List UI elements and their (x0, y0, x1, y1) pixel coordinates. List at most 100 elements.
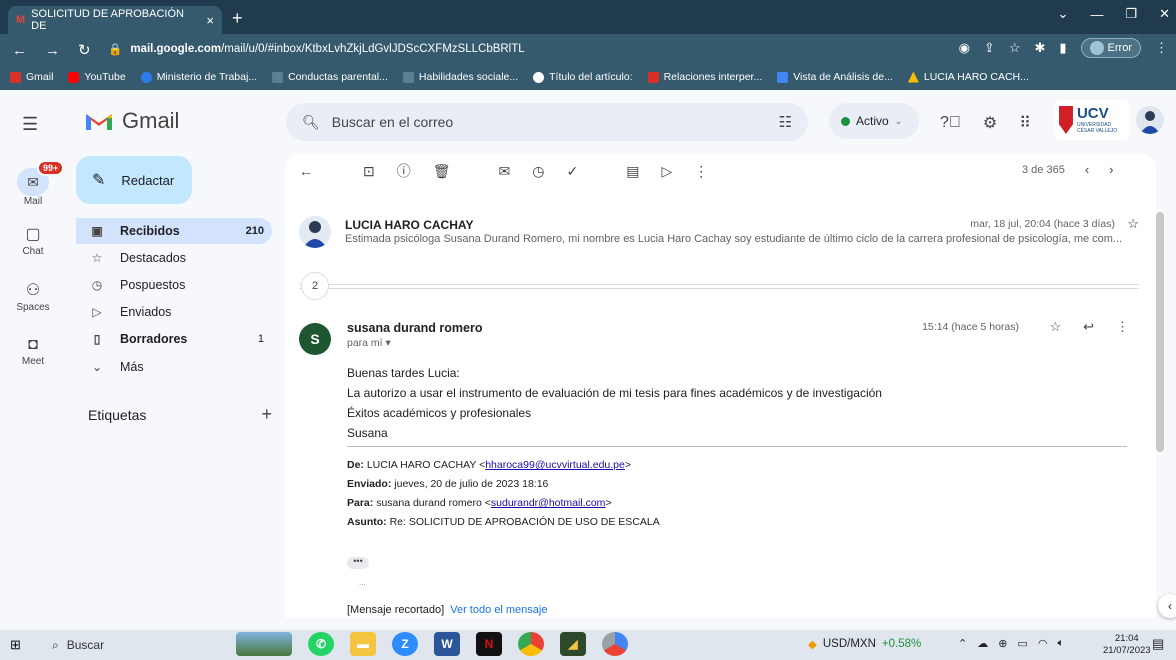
netflix-icon[interactable]: N (476, 632, 502, 656)
extensions-icon[interactable]: ✱ (1034, 40, 1045, 56)
close-tab-icon[interactable]: × (206, 13, 214, 28)
rail-item-chat[interactable]: ▢ Chat (0, 224, 66, 257)
landscape-widget-icon[interactable] (236, 632, 292, 656)
side-panel-toggle-icon[interactable]: ‹ (1158, 594, 1176, 618)
chevron-up-icon[interactable]: ⌃ (958, 637, 967, 650)
archive-icon[interactable]: ⊡ (363, 163, 375, 180)
chrome-icon[interactable] (518, 632, 544, 656)
star-icon[interactable]: ☆ (1009, 40, 1021, 56)
bookmark-item[interactable]: Ministerio de Trabaj... (140, 71, 257, 83)
taskbar-clock[interactable]: 21:04 21/07/2023 (1103, 633, 1151, 657)
more-options-icon[interactable]: ⋮ (694, 163, 708, 180)
collapsed-message[interactable]: LUCIA HARO CACHAY mar, 18 jul, 20:04 (ha… (299, 216, 1139, 256)
back-arrow-icon[interactable]: ← (299, 163, 313, 179)
compose-button[interactable]: ✎ Redactar (76, 156, 192, 204)
menu-kebab-icon[interactable]: ⋮ (1155, 40, 1168, 56)
to-email-link[interactable]: sudurandr@hotmail.com (491, 497, 606, 509)
star-icon[interactable]: ☆ (1127, 216, 1139, 232)
search-input[interactable]: Buscar en el correo (332, 114, 453, 130)
add-label-icon[interactable]: + (261, 404, 272, 425)
chevron-down-icon: ⌄ (91, 360, 103, 374)
rail-item-mail[interactable]: ✉ 99+ Mail (0, 160, 66, 207)
recipient-dropdown[interactable]: para mí ▾ (347, 337, 391, 349)
show-trimmed-button[interactable]: ••• (347, 557, 369, 569)
stock-ticker[interactable]: ◆ USD/MXN +0.58% (808, 637, 921, 651)
chevron-right-icon[interactable]: › (1109, 162, 1113, 177)
add-task-icon[interactable]: ✓ (566, 163, 578, 180)
windows-start-icon[interactable]: ⊞ (10, 637, 21, 653)
nav-item-drafts[interactable]: ▯ Borradores 1 (76, 326, 272, 352)
rail-item-spaces[interactable]: ⚇ Spaces (0, 280, 66, 313)
bookmark-item[interactable]: Gmail (10, 71, 53, 83)
whatsapp-icon[interactable]: ✆ (308, 632, 334, 656)
bookmark-item[interactable]: Habilidades sociale... (402, 71, 518, 83)
volume-icon[interactable]: 🔈︎ (1057, 637, 1064, 650)
reply-icon[interactable]: ↩ (1083, 319, 1094, 335)
language-icon[interactable]: ⊕ (998, 637, 1007, 650)
bookmark-item[interactable]: Título del artículo: (533, 71, 633, 83)
reload-icon[interactable]: ↻ (78, 41, 91, 59)
nav-item-starred[interactable]: ☆ Destacados (76, 245, 272, 271)
address-bar[interactable]: 🔒 mail.google.com/mail/u/0/#inbox/KtbxLv… (108, 38, 938, 60)
file-explorer-icon[interactable]: ▬ (350, 632, 376, 656)
nav-item-more[interactable]: ⌄ Más (76, 354, 272, 380)
restore-icon[interactable]: ❐ (1125, 6, 1137, 22)
taskbar-search[interactable]: ⌕ Buscar (52, 634, 230, 656)
search-icon[interactable]: 🔍︎ (302, 114, 320, 131)
account-avatar[interactable] (1136, 106, 1164, 134)
nav-item-sent[interactable]: ▷ Enviados (76, 299, 272, 325)
mark-unread-icon[interactable]: ✉ (499, 163, 511, 180)
close-window-icon[interactable]: ✕ (1159, 6, 1170, 22)
zoom-icon[interactable]: Z (392, 632, 418, 656)
labels-title: Etiquetas (88, 406, 147, 423)
rail-label: Spaces (16, 302, 50, 313)
chevron-left-icon[interactable]: ‹ (1085, 162, 1089, 177)
rail-label: Mail (23, 196, 43, 207)
browser-tab[interactable]: M SOLICITUD DE APROBACIÓN DE × (8, 6, 222, 34)
bookmark-item[interactable]: YouTube (68, 71, 126, 83)
back-icon[interactable]: ← (12, 42, 27, 59)
bookmark-item[interactable]: Vista de Análisis de... (777, 71, 893, 83)
bookmark-item[interactable]: Relaciones interper... (647, 71, 762, 83)
scrollbar[interactable] (1156, 212, 1164, 452)
status-button[interactable]: Activo ⌄ (829, 103, 919, 139)
bookmark-item[interactable]: LUCIA HARO CACH... (907, 71, 1029, 83)
chrome-canary-icon[interactable] (602, 632, 628, 656)
notification-icon[interactable]: ▤ (1152, 636, 1164, 652)
nav-item-inbox[interactable]: ▣ Recibidos 210 (76, 218, 272, 244)
eye-icon[interactable]: ◉ (959, 40, 970, 56)
share-icon[interactable]: ⇪ (984, 40, 995, 56)
sidepanel-icon[interactable]: ▮ (1059, 40, 1066, 56)
word-icon[interactable]: W (434, 632, 460, 656)
trash-icon[interactable]: 🗑︎ (433, 163, 451, 180)
new-tab-button[interactable]: + (232, 8, 243, 29)
gear-icon[interactable]: ⚙ (983, 113, 997, 133)
collapsed-count-button[interactable]: 2 (301, 272, 329, 300)
chevron-down-icon[interactable]: ⌄ (1058, 6, 1069, 22)
apps-grid-icon[interactable]: ⠿ (1019, 113, 1031, 133)
forward-icon[interactable]: → (45, 42, 60, 59)
nav-count: 210 (245, 225, 264, 237)
battery-icon[interactable]: ▭ (1017, 637, 1027, 650)
more-options-icon[interactable]: ⋮ (1116, 319, 1129, 335)
profile-error-button[interactable]: Error (1080, 38, 1141, 58)
main-menu-icon[interactable]: ☰ (22, 114, 38, 135)
help-icon[interactable]: ?⃝ (940, 114, 961, 132)
view-all-link[interactable]: Ver todo el mensaje (450, 604, 547, 616)
move-to-icon[interactable]: ▤ (626, 163, 639, 180)
wifi-icon[interactable]: ◠ (1038, 637, 1048, 650)
search-options-icon[interactable]: ☷ (779, 113, 792, 131)
minimize-icon[interactable]: — (1090, 7, 1103, 22)
onedrive-icon[interactable]: ☁ (977, 637, 988, 650)
label-icon[interactable]: ▷ (661, 163, 672, 180)
nav-item-snoozed[interactable]: ◷ Pospuestos (76, 272, 272, 298)
search-bar[interactable]: 🔍︎ Buscar en el correo ☷ (286, 103, 808, 141)
bookmark-item[interactable]: Conductas parental... (272, 71, 388, 83)
star-icon[interactable]: ☆ (1049, 319, 1061, 335)
rail-item-meet[interactable]: ◘ Meet (0, 336, 66, 367)
report-spam-icon[interactable]: ⓘ (397, 161, 411, 181)
snooze-icon[interactable]: ◷ (532, 163, 544, 180)
sticky-app-icon[interactable]: ◢ (560, 632, 586, 656)
gmail-logo[interactable]: Gmail (84, 108, 179, 134)
from-email-link[interactable]: hharoca99@ucvvirtual.edu.pe (485, 459, 625, 471)
